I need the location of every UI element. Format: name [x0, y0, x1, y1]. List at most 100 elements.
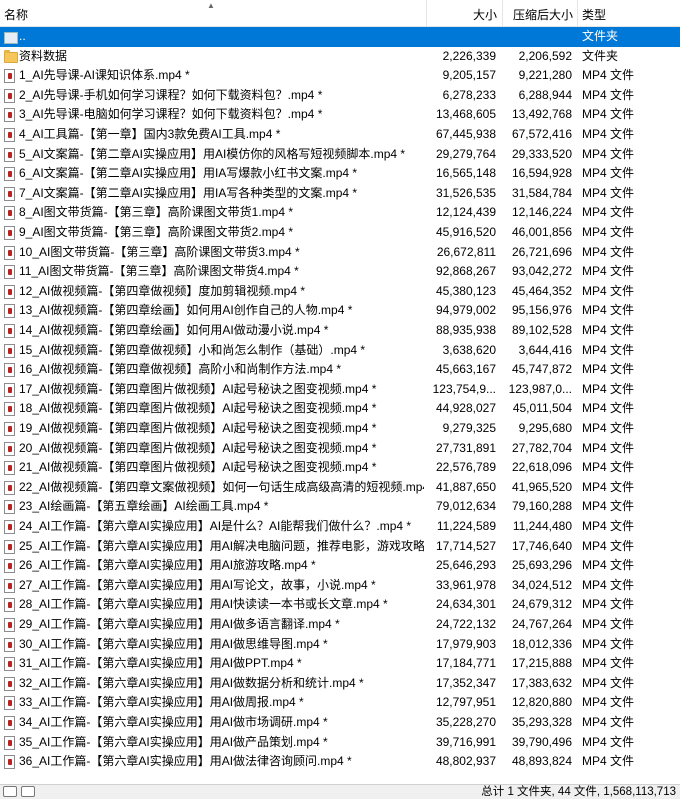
file-compressed-size: 95,156,976: [511, 303, 572, 318]
file-type: MP4 文件: [582, 166, 635, 181]
file-row[interactable]: 12_AI做视频篇-【第四章做视频】度加剪辑视频.mp4 * 45,380,123…: [0, 282, 680, 302]
file-compressed-size: 39,790,496: [511, 734, 572, 749]
file-row[interactable]: 16_AI做视频篇-【第四章做视频】高阶小和尚制作方法.mp4 * 45,663,…: [0, 360, 680, 380]
file-type: 文件夹: [582, 29, 619, 43]
file-name: 18_AI做视频篇-【第四章图片做视频】AI起号秘诀之图变视频.mp4 *: [19, 401, 377, 416]
file-name: 26_AI工作篇-【第六章AI实操应用】用AI旅游攻略.mp4 *: [19, 558, 316, 573]
file-type: MP4 文件: [582, 127, 635, 141]
file-row[interactable]: 20_AI做视频篇-【第四章图片做视频】AI起号秘诀之图变视频.mp4 * 27,…: [0, 439, 680, 459]
file-size: 31,526,535: [435, 185, 496, 200]
file-row[interactable]: 30_AI工作篇-【第六章AI实操应用】用AI做思维导图.mp4 * 17,979…: [0, 635, 680, 655]
file-type: MP4 文件: [582, 146, 635, 161]
file-size: 12,124,439: [435, 205, 496, 220]
file-compressed-size: 3,644,416: [518, 342, 572, 357]
file-row[interactable]: 23_AI绘画篇-【第五章绘画】AI绘画工具.mp4 * 79,012,634 79…: [0, 497, 680, 517]
file-row[interactable]: 21_AI做视频篇-【第四章图片做视频】AI起号秘诀之图变视频.mp4 * 22,…: [0, 458, 680, 478]
column-name-header[interactable]: 名称: [4, 0, 28, 26]
file-row[interactable]: 11_AI图文带货篇-【第三章】高阶课图文带货4.mp4 * 92,868,267…: [0, 262, 680, 282]
file-compressed-size: 89,102,528: [511, 323, 572, 337]
file-type: MP4 文件: [582, 479, 635, 494]
file-row[interactable]: 32_AI工作篇-【第六章AI实操应用】用AI做数据分析和统计.mp4 * 17,…: [0, 674, 680, 694]
file-type: MP4 文件: [582, 617, 635, 631]
file-name: 22_AI做视频篇-【第四章文案做视频】如何一句话生成高级高清的短视频.mp4 …: [19, 479, 424, 494]
file-type: MP4 文件: [582, 715, 635, 729]
file-name: 4_AI工具篇-【第一章】国内3款免费AI工具.mp4 *: [19, 127, 281, 141]
file-compressed-size: 46,001,856: [511, 225, 572, 239]
file-name: 28_AI工作篇-【第六章AI实操应用】用AI快读读一本书或长文章.mp4 *: [19, 597, 388, 612]
file-row[interactable]: 18_AI做视频篇-【第四章图片做视频】AI起号秘诀之图变视频.mp4 * 44,…: [0, 399, 680, 419]
file-row[interactable]: 2_AI先导课-手机如何学习课程？如何下载资料包？.mp4 * 6,278,233…: [0, 86, 680, 106]
file-row[interactable]: 17_AI做视频篇-【第四章图片做视频】AI起号秘诀之图变视频.mp4 * 123…: [0, 380, 680, 400]
file-compressed-size: 45,464,352: [511, 283, 572, 298]
mp4-file-icon: [4, 245, 15, 260]
file-row[interactable]: 25_AI工作篇-【第六章AI实操应用】用AI解决电脑问题，推荐电影，游戏攻略.…: [0, 537, 680, 557]
mp4-file-icon: [4, 755, 15, 770]
file-row[interactable]: 14_AI做视频篇-【第四章绘画】如何用AI做动漫小说.mp4 * 88,935,…: [0, 321, 680, 341]
file-size: 2,226,339: [442, 48, 496, 63]
file-type: MP4 文件: [582, 558, 635, 573]
file-compressed-size: 22,618,096: [511, 460, 572, 475]
file-row[interactable]: 15_AI做视频篇-【第四章做视频】小和尚怎么制作（基础）.mp4 * 3,638…: [0, 341, 680, 361]
file-row[interactable]: 22_AI做视频篇-【第四章文案做视频】如何一句话生成高级高清的短视频.mp4 …: [0, 478, 680, 498]
file-size: 33,961,978: [435, 577, 496, 592]
file-row[interactable]: 6_AI文案篇-【第二章AI实操应用】用IA写爆款小红书文案.mp4 * 16,5…: [0, 164, 680, 184]
file-row[interactable]: 36_AI工作篇-【第六章AI实操应用】用AI做法律咨询顾问.mp4 * 48,8…: [0, 752, 680, 772]
file-row[interactable]: 35_AI工作篇-【第六章AI实操应用】用AI做产品策划.mp4 * 39,716…: [0, 733, 680, 753]
file-row[interactable]: 29_AI工作篇-【第六章AI实操应用】用AI做多语言翻译.mp4 * 24,72…: [0, 615, 680, 635]
file-row[interactable]: 1_AI先导课-AI课知识体系.mp4 * 9,205,157 9,221,280 M…: [0, 66, 680, 86]
file-name: 15_AI做视频篇-【第四章做视频】小和尚怎么制作（基础）.mp4 *: [19, 342, 366, 357]
file-row[interactable]: 13_AI做视频篇-【第四章绘画】如何用AI创作自己的人物.mp4 * 94,97…: [0, 301, 680, 321]
file-row[interactable]: 33_AI工作篇-【第六章AI实操应用】用AI做周报.mp4 * 12,797,9…: [0, 693, 680, 713]
mp4-file-icon: [4, 402, 15, 417]
file-row[interactable]: 27_AI工作篇-【第六章AI实操应用】用AI写论文，故事，小说.mp4 * 33…: [0, 576, 680, 596]
mp4-file-icon: [4, 186, 15, 201]
file-compressed-size: 35,293,328: [511, 715, 572, 729]
column-type-header[interactable]: 类型: [582, 0, 606, 26]
file-row[interactable]: .. 文件夹: [0, 27, 680, 47]
file-compressed-size: 26,721,696: [511, 244, 572, 259]
file-size: 67,445,938: [435, 127, 496, 141]
file-row[interactable]: 34_AI工作篇-【第六章AI实操应用】用AI做市场调研.mp4 * 35,228…: [0, 713, 680, 733]
file-type: 文件夹: [582, 48, 619, 63]
file-row[interactable]: 7_AI文案篇-【第二章AI实操应用】用IA写各种类型的文案.mp4 * 31,5…: [0, 184, 680, 204]
file-compressed-size: 13,492,768: [511, 107, 572, 122]
file-list[interactable]: .. 文件夹 资料数据 2,226,339 2,206,592 文件夹 1_AI先导课-AI…: [0, 27, 680, 785]
file-size: 9,205,157: [442, 68, 496, 83]
file-row[interactable]: 28_AI工作篇-【第六章AI实操应用】用AI快读读一本书或长文章.mp4 * 2…: [0, 595, 680, 615]
file-row[interactable]: 资料数据 2,226,339 2,206,592 文件夹: [0, 47, 680, 67]
file-row[interactable]: 10_AI图文带货篇-【第三章】高阶课图文带货3.mp4 * 26,672,811…: [0, 243, 680, 263]
mp4-file-icon: [4, 520, 15, 534]
file-row[interactable]: 9_AI图文带货篇-【第三章】高阶课图文带货2.mp4 * 45,916,520 4…: [0, 223, 680, 243]
file-type: MP4 文件: [582, 401, 635, 416]
file-row[interactable]: 19_AI做视频篇-【第四章图片做视频】AI起号秘诀之图变视频.mp4 * 9,2…: [0, 419, 680, 439]
file-size: 12,797,951: [435, 695, 496, 710]
mp4-file-icon: [4, 676, 15, 691]
file-size: 3,638,620: [442, 342, 496, 357]
file-row[interactable]: 3_AI先导课-电脑如何学习课程？如何下载资料包？.mp4 * 13,468,60…: [0, 105, 680, 125]
file-row[interactable]: 24_AI工作篇-【第六章AI实操应用】AI是什么？AI能帮我们做什么？.mp4…: [0, 517, 680, 537]
file-size: 17,352,347: [435, 675, 496, 690]
file-name: 32_AI工作篇-【第六章AI实操应用】用AI做数据分析和统计.mp4 *: [19, 675, 364, 690]
mp4-file-icon: [4, 108, 15, 123]
file-type: MP4 文件: [582, 342, 635, 357]
column-size-header[interactable]: 大小: [427, 0, 497, 26]
file-row[interactable]: 5_AI文案篇-【第二章AI实操应用】用AI模仿你的风格写短视频脚本.mp4 *…: [0, 145, 680, 165]
column-divider[interactable]: [577, 0, 578, 26]
mp4-file-icon: [4, 324, 15, 338]
file-type: MP4 文件: [582, 675, 635, 690]
sort-ascending-icon: ▲: [207, 1, 215, 10]
file-row[interactable]: 8_AI图文带货篇-【第三章】高阶课图文带货1.mp4 * 12,124,439 1…: [0, 203, 680, 223]
file-row[interactable]: 31_AI工作篇-【第六章AI实操应用】用AI做PPT.mp4 * 17,184,…: [0, 654, 680, 674]
file-size: 9,279,325: [442, 421, 496, 435]
file-name: 21_AI做视频篇-【第四章图片做视频】AI起号秘诀之图变视频.mp4 *: [19, 460, 377, 475]
file-name: 5_AI文案篇-【第二章AI实操应用】用AI模仿你的风格写短视频脚本.mp4 *: [19, 146, 406, 161]
column-compressed-header[interactable]: 压缩后大小: [503, 0, 573, 26]
file-row[interactable]: 26_AI工作篇-【第六章AI实操应用】用AI旅游攻略.mp4 * 25,646,…: [0, 556, 680, 576]
file-compressed-size: 29,333,520: [511, 146, 572, 161]
mp4-file-icon: [4, 461, 15, 476]
mp4-file-icon: [4, 343, 15, 358]
file-name: 36_AI工作篇-【第六章AI实操应用】用AI做法律咨询顾问.mp4 *: [19, 754, 352, 769]
file-row[interactable]: 4_AI工具篇-【第一章】国内3款免费AI工具.mp4 * 67,445,938 6…: [0, 125, 680, 145]
mp4-file-icon: [4, 500, 15, 515]
file-compressed-size: 67,572,416: [511, 127, 572, 141]
